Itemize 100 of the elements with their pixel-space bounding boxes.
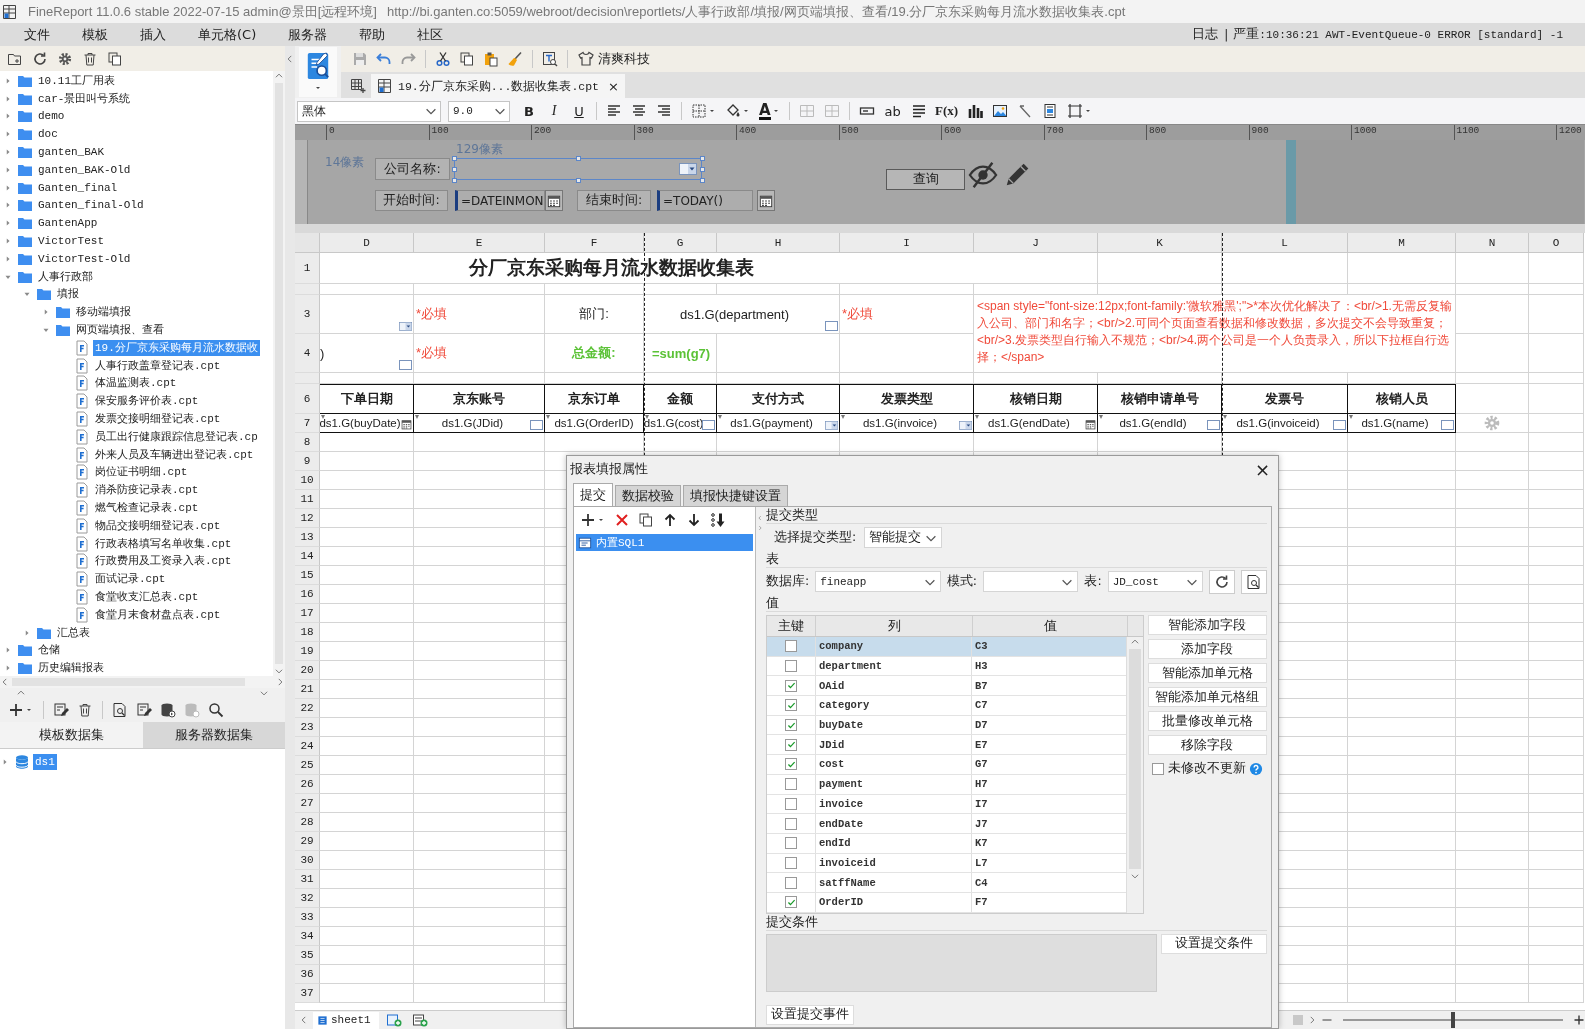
table-cell[interactable] xyxy=(1456,661,1529,680)
action-button[interactable]: 添加字段 xyxy=(1147,639,1267,659)
delete-icon[interactable] xyxy=(77,702,93,718)
checkbox[interactable] xyxy=(785,758,797,771)
table-cell[interactable] xyxy=(1456,334,1529,373)
splitter-bar[interactable] xyxy=(1286,140,1296,224)
table-cell[interactable] xyxy=(1348,718,1456,737)
table-cell[interactable] xyxy=(1529,775,1584,794)
table-cell[interactable] xyxy=(1348,775,1456,794)
table-cell[interactable] xyxy=(1456,775,1529,794)
tree-item[interactable]: 外来人员及车辆进出登记表.cpt xyxy=(93,446,256,463)
rich-text-icon[interactable] xyxy=(910,103,927,119)
checkbox[interactable] xyxy=(785,896,797,909)
refresh-icon[interactable] xyxy=(32,50,48,67)
table-cell[interactable]: ds1.G(buyDate) xyxy=(320,414,414,433)
table-cell[interactable] xyxy=(320,946,414,965)
table-cell[interactable] xyxy=(1098,253,1222,284)
table-cell[interactable] xyxy=(1456,737,1529,756)
table-cell[interactable] xyxy=(545,284,644,295)
table-cell[interactable] xyxy=(1456,984,1529,1003)
row-header[interactable]: 21 xyxy=(295,680,320,699)
copy-icon[interactable] xyxy=(107,50,123,67)
table-cell[interactable]: 支付方式 xyxy=(717,384,840,414)
table-cell[interactable] xyxy=(414,775,545,794)
tree-item[interactable]: 人事行政部 xyxy=(36,268,95,285)
zoom-in-icon[interactable] xyxy=(1573,1014,1585,1026)
scroll-up-icon[interactable] xyxy=(1129,637,1140,647)
table-cell[interactable] xyxy=(840,433,974,452)
table-cell[interactable] xyxy=(320,490,414,509)
table-row[interactable]: department H3 xyxy=(767,656,1126,677)
row-header[interactable]: 17 xyxy=(295,604,320,623)
table-cell[interactable] xyxy=(1529,295,1584,334)
column-header[interactable]: O xyxy=(1529,233,1584,253)
resize-handle[interactable] xyxy=(700,156,705,161)
label-widget[interactable]: 公司名称: xyxy=(375,158,450,180)
table-cell[interactable] xyxy=(1348,528,1456,547)
database-dropdown[interactable]: fineapp xyxy=(815,571,941,592)
table-cell[interactable] xyxy=(1456,680,1529,699)
row-header[interactable]: 37 xyxy=(295,984,320,1003)
row-header[interactable]: 4 xyxy=(295,334,320,373)
row-header[interactable]: 34 xyxy=(295,927,320,946)
company-dropdown[interactable] xyxy=(454,158,702,180)
table-cell[interactable] xyxy=(1456,832,1529,851)
row-header[interactable]: 27 xyxy=(295,794,320,813)
delete-icon[interactable] xyxy=(82,50,98,67)
table-cell[interactable] xyxy=(1456,699,1529,718)
tree-item[interactable]: 10.11工厂用表 xyxy=(36,72,117,89)
table-cell[interactable] xyxy=(414,661,545,680)
log-button[interactable]: 日志 xyxy=(1192,26,1219,43)
table-cell[interactable] xyxy=(414,566,545,585)
table-cell[interactable] xyxy=(414,699,545,718)
tree-item[interactable]: 食堂收支汇总表.cpt xyxy=(93,589,201,605)
table-cell[interactable] xyxy=(1222,373,1348,384)
tree-item[interactable]: doc xyxy=(36,126,60,143)
column-header[interactable]: D xyxy=(320,233,414,253)
edit-icon[interactable] xyxy=(53,702,69,718)
checkbox[interactable] xyxy=(785,738,797,751)
table-cell[interactable]: ds1.G(endDate) xyxy=(974,414,1098,433)
row-header[interactable]: 18 xyxy=(295,623,320,642)
cut-icon[interactable] xyxy=(435,51,451,67)
table-cell[interactable] xyxy=(320,775,414,794)
preview-icon[interactable] xyxy=(542,51,558,67)
table-cell[interactable] xyxy=(320,889,414,908)
undo-icon[interactable] xyxy=(376,51,392,67)
table-cell[interactable] xyxy=(1222,284,1348,295)
table-cell[interactable] xyxy=(414,452,545,471)
table-row[interactable]: cost G7 xyxy=(767,755,1126,775)
label-widget[interactable]: 开始时间: xyxy=(375,190,448,211)
collapse-up-icon[interactable] xyxy=(16,688,26,698)
sheet-tab[interactable]: sheet1 xyxy=(313,1011,379,1029)
table-cell[interactable] xyxy=(1348,699,1456,718)
table-cell[interactable] xyxy=(1348,433,1456,452)
table-cell[interactable] xyxy=(414,642,545,661)
table-cell[interactable] xyxy=(1529,623,1584,642)
table-cell[interactable] xyxy=(414,965,545,984)
table-cell[interactable] xyxy=(1456,870,1529,889)
row-header[interactable]: 23 xyxy=(295,718,320,737)
tree-item[interactable]: 网页端填报、查看 xyxy=(74,322,166,339)
search-icon[interactable] xyxy=(208,702,224,718)
table-cell[interactable] xyxy=(414,851,545,870)
scroll-left-icon[interactable] xyxy=(0,677,10,687)
tab[interactable]: 提交 xyxy=(573,483,613,506)
table-cell[interactable] xyxy=(1529,547,1584,566)
dropdown-widget-icon[interactable] xyxy=(825,421,838,430)
table-cell[interactable] xyxy=(320,433,414,452)
align-right-icon[interactable] xyxy=(656,103,672,119)
table-cell[interactable] xyxy=(1456,965,1529,984)
dropdown-widget-icon[interactable] xyxy=(959,421,972,430)
table-cell[interactable] xyxy=(1456,566,1529,585)
row-header[interactable]: 29 xyxy=(295,832,320,851)
refresh-button[interactable] xyxy=(1209,569,1236,594)
table-cell[interactable] xyxy=(1348,927,1456,946)
table-cell[interactable]: 京东账号 xyxy=(414,384,545,414)
scroll-down-icon[interactable] xyxy=(1129,871,1140,881)
select-all-button[interactable] xyxy=(295,233,320,253)
schema-dropdown[interactable] xyxy=(982,571,1079,592)
row-header[interactable]: 19 xyxy=(295,642,320,661)
table-cell[interactable] xyxy=(1222,433,1348,452)
checkbox[interactable] xyxy=(785,778,797,791)
table-cell[interactable] xyxy=(974,433,1098,452)
